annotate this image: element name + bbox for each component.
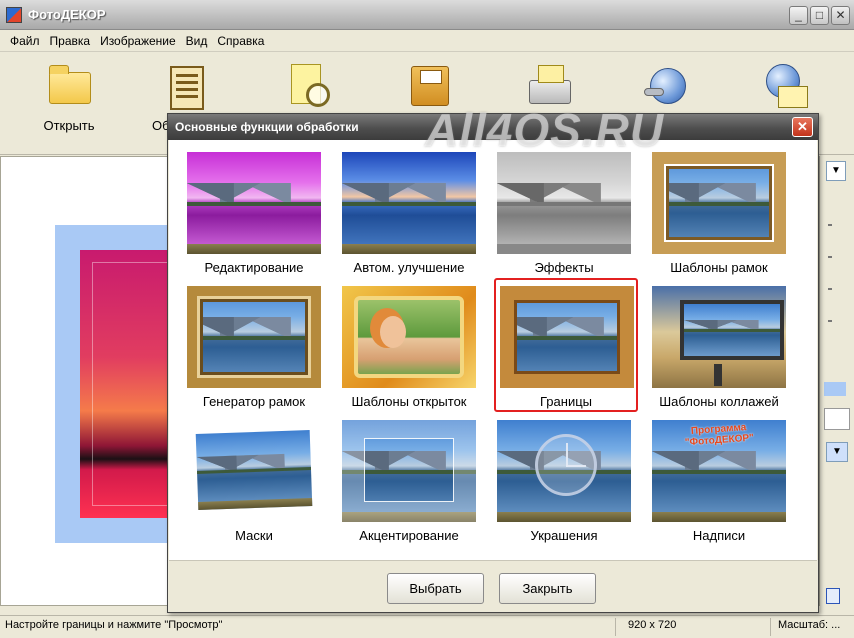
status-hint: Настройте границы и нажмите "Просмотр" bbox=[5, 619, 223, 631]
tile-effects[interactable]: Эффекты bbox=[493, 144, 635, 275]
select-button[interactable]: Выбрать bbox=[387, 573, 484, 604]
tile-frame-templates[interactable]: Шаблоны рамок bbox=[648, 144, 790, 275]
tile-thumbnail: Программа "ФотоДЕКОР" bbox=[652, 420, 786, 522]
tile-thumbnail bbox=[187, 286, 321, 388]
menu-edit[interactable]: Правка bbox=[45, 30, 96, 52]
tile-label: Шаблоны коллажей bbox=[659, 394, 779, 409]
dialog-title: Основные функции обработки bbox=[175, 120, 359, 134]
window-title: ФотоДЕКОР bbox=[28, 7, 106, 22]
menu-bar: Файл Правка Изображение Вид Справка bbox=[0, 30, 854, 52]
tile-label: Границы bbox=[540, 394, 592, 409]
panel-tick bbox=[828, 256, 832, 258]
tile-collage-templates[interactable]: Шаблоны коллажей bbox=[648, 278, 790, 409]
status-image-size: 920 x 720 bbox=[628, 619, 677, 631]
chevron-down-icon[interactable]: ▼ bbox=[826, 161, 846, 181]
functions-grid: Редактирование Автом. улучшение Эффекты … bbox=[169, 140, 817, 560]
settings-panel: ▼ ▼ bbox=[820, 156, 854, 606]
status-separator bbox=[770, 618, 771, 636]
save-disk-icon bbox=[405, 62, 455, 112]
status-zoom: Масштаб: ... bbox=[778, 619, 841, 631]
save-button[interactable] bbox=[385, 62, 475, 112]
dialog-footer: Выбрать Закрыть bbox=[169, 560, 817, 612]
globe-key-icon bbox=[642, 62, 692, 112]
dialog-title-bar: Основные функции обработки ✕ bbox=[168, 114, 818, 140]
tile-thumbnail bbox=[652, 152, 786, 254]
close-button[interactable]: ✕ bbox=[831, 6, 850, 25]
register-button[interactable] bbox=[622, 62, 712, 112]
tile-borders[interactable]: Границы bbox=[494, 278, 638, 412]
dialog-close-button[interactable]: ✕ bbox=[792, 117, 813, 137]
tile-frame-generator[interactable]: Генератор рамок bbox=[183, 278, 325, 409]
tile-accenting[interactable]: Акцентирование bbox=[338, 412, 480, 543]
menu-view[interactable]: Вид bbox=[181, 30, 213, 52]
open-folder-icon bbox=[44, 62, 94, 112]
tile-label: Редактирование bbox=[204, 260, 304, 275]
magnifier-icon bbox=[285, 62, 335, 112]
panel-tick bbox=[828, 320, 832, 322]
close-dialog-button[interactable]: Закрыть bbox=[499, 573, 596, 604]
tile-label: Эффекты bbox=[534, 260, 594, 275]
tile-thumbnail bbox=[187, 152, 321, 254]
document-small-icon[interactable] bbox=[826, 588, 840, 604]
minimize-button[interactable]: _ bbox=[789, 6, 808, 25]
tile-thumbnail bbox=[342, 152, 476, 254]
menu-file[interactable]: Файл bbox=[5, 30, 45, 52]
open-label: Открыть bbox=[43, 118, 95, 133]
clock-icon bbox=[535, 434, 597, 496]
status-bar: Настройте границы и нажмите "Просмотр" 9… bbox=[0, 615, 854, 638]
tile-thumbnail bbox=[497, 420, 631, 522]
panel-tick bbox=[828, 224, 832, 226]
tile-masks[interactable]: Маски bbox=[183, 412, 325, 543]
tile-thumbnail bbox=[342, 420, 476, 522]
tile-thumbnail bbox=[652, 286, 786, 388]
tile-label: Акцентирование bbox=[359, 528, 459, 543]
panel-tick bbox=[828, 288, 832, 290]
maximize-button[interactable]: □ bbox=[810, 6, 829, 25]
globe-news-icon bbox=[760, 62, 810, 112]
title-bar: ФотоДЕКОР _ □ ✕ bbox=[0, 0, 854, 30]
print-button[interactable] bbox=[505, 62, 595, 112]
open-button[interactable]: Открыть bbox=[24, 62, 114, 133]
tile-label: Генератор рамок bbox=[202, 394, 306, 409]
panel-field[interactable] bbox=[824, 408, 850, 430]
website-button[interactable] bbox=[740, 62, 830, 112]
processing-functions-dialog: Основные функции обработки ✕ Редактирова… bbox=[167, 113, 819, 613]
menu-image[interactable]: Изображение bbox=[95, 30, 181, 52]
tile-card-templates[interactable]: Шаблоны открыток bbox=[338, 278, 480, 409]
tile-inscriptions[interactable]: Программа "ФотоДЕКОР" Надписи bbox=[648, 412, 790, 543]
color-swatch[interactable] bbox=[824, 382, 846, 396]
tile-label: Автом. улучшение bbox=[353, 260, 465, 275]
tile-thumbnail bbox=[497, 152, 631, 254]
tile-decorations[interactable]: Украшения bbox=[493, 412, 635, 543]
preview-button[interactable] bbox=[265, 62, 355, 112]
tile-thumbnail bbox=[342, 286, 476, 388]
tile-thumbnail bbox=[500, 286, 634, 388]
app-icon bbox=[6, 7, 22, 23]
tile-label: Маски bbox=[235, 528, 273, 543]
status-separator bbox=[615, 618, 616, 636]
tile-thumbnail bbox=[187, 420, 321, 522]
tile-label: Шаблоны открыток bbox=[351, 394, 467, 409]
tile-label: Надписи bbox=[692, 528, 746, 543]
printer-icon bbox=[525, 62, 575, 112]
document-icon bbox=[162, 62, 212, 112]
menu-help[interactable]: Справка bbox=[212, 30, 269, 52]
tile-editing[interactable]: Редактирование bbox=[183, 144, 325, 275]
tile-label: Украшения bbox=[530, 528, 598, 543]
tile-auto-enhance[interactable]: Автом. улучшение bbox=[338, 144, 480, 275]
tile-label: Шаблоны рамок bbox=[670, 260, 768, 275]
panel-dropdown[interactable]: ▼ bbox=[826, 442, 848, 462]
